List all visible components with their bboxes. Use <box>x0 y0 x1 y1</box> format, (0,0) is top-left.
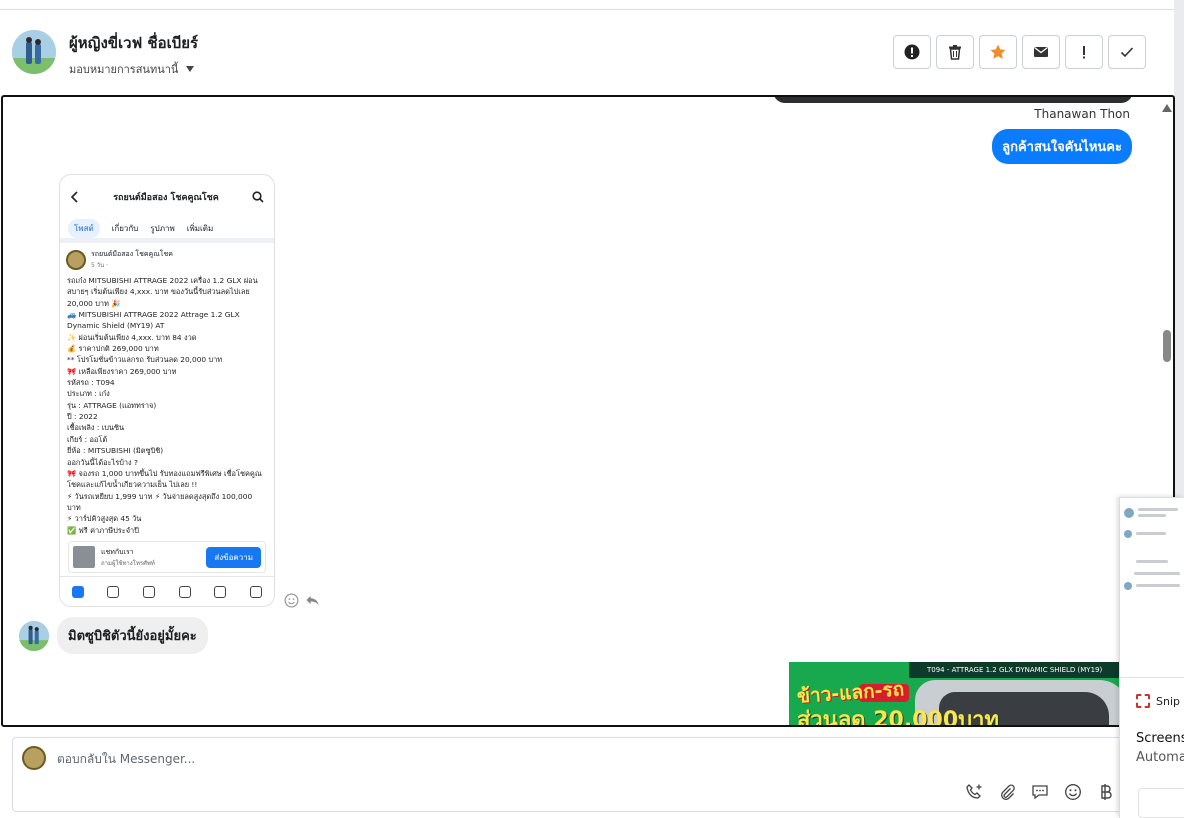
reply-input[interactable] <box>57 752 757 766</box>
envelope-icon <box>1034 46 1048 57</box>
promo-image[interactable]: T094 - ATTRAGE 1.2 GLX DYNAMIC SHIELD (M… <box>789 662 1129 727</box>
alert-button[interactable] <box>893 35 931 69</box>
marketplace-icon <box>178 585 191 598</box>
delete-button[interactable] <box>936 35 974 69</box>
send-message-button: ส่งข้อความ <box>206 546 261 568</box>
thumb-line <box>1138 514 1166 517</box>
assign-conversation-dropdown[interactable]: มอบหมายการสนทนานี้ <box>69 60 195 78</box>
post-page-title: รถยนต์มือสอง โชคคูณโชค <box>113 193 219 203</box>
conversation-thread[interactable]: Thanawan Thon ลูกค้าสนใจคันไหนคะ รถยนต์ม… <box>1 95 1175 727</box>
thumb-avatar <box>1124 530 1132 538</box>
video-icon <box>107 585 120 598</box>
message-actions <box>284 593 320 608</box>
thumb-avatar <box>1124 508 1134 518</box>
reply-composer <box>12 737 1128 812</box>
page-scrollbar-track[interactable] <box>1174 0 1184 500</box>
baht-icon[interactable] <box>1096 782 1115 801</box>
home-icon <box>71 585 84 598</box>
emoji-icon[interactable] <box>1063 782 1082 801</box>
incoming-message-bubble[interactable]: มิตซูบิชิตัวนี้ยังอยู่มั้ยคะ <box>57 617 208 654</box>
snipping-tool-icon <box>1136 694 1150 708</box>
customer-avatar[interactable] <box>12 30 56 74</box>
post-page-tabs: โพสต์ เกี่ยวกับ รูปภาพ เพิ่มเติม <box>60 219 274 243</box>
spam-button[interactable] <box>1065 35 1103 69</box>
sender-name: Thanawan Thon <box>1034 107 1130 121</box>
composer-toolbar <box>964 782 1115 801</box>
done-button[interactable] <box>1108 35 1146 69</box>
alert-circle-icon <box>904 44 920 60</box>
incoming-message-row: มิตซูบิชิตัวนี้ยังอยู่มั้ยคะ <box>19 617 208 654</box>
page-avatar <box>66 249 86 270</box>
scroll-up-arrow-icon[interactable] <box>1162 104 1172 112</box>
previous-message-bubble <box>773 97 1133 103</box>
bell-icon <box>214 585 227 598</box>
thumb-line <box>1134 572 1180 575</box>
conversation-header: ผู้หญิงขี่เวฟ ชื่อเบียร์ มอบหมายการสนทนา… <box>0 10 1174 95</box>
messenger-inbox-page: ผู้หญิงขี่เวฟ ชื่อเบียร์ มอบหมายการสนทนา… <box>0 0 1184 818</box>
promo-discount: ส่วนลด 20,000บาท <box>797 708 999 727</box>
promo-strip-text: T094 - ATTRAGE 1.2 GLX DYNAMIC SHIELD (M… <box>909 662 1129 678</box>
post-tab: โพสต์ <box>68 219 100 238</box>
customer-avatar-small <box>19 620 49 651</box>
scrollbar-thumb[interactable] <box>1163 330 1171 362</box>
paperclip-icon[interactable] <box>997 782 1016 801</box>
customer-name: ผู้หญิงขี่เวฟ ชื่อเบียร์ <box>69 34 199 52</box>
post-body-text: รถเก๋ง MITSUBISHI ATTRAGE 2022 เครื่อง 1… <box>67 276 262 535</box>
post-tab: เกี่ยวกับ <box>111 224 139 233</box>
snip-app-row: Snip <box>1136 694 1180 708</box>
snip-subtitle: Automa <box>1136 750 1184 765</box>
post-contact-bar: แชทกับเรา ถามผู้ใช้ทางโทรศัพท์ ส่งข้อควา… <box>68 541 266 573</box>
post-tab: รูปภาพ <box>150 224 175 233</box>
screenshot-thumbnail[interactable] <box>1120 498 1184 678</box>
post-author: รถยนต์มือสอง โชคคูณโชค <box>91 250 173 258</box>
header-toolbar <box>893 35 1146 69</box>
chat-icon[interactable] <box>1030 782 1049 801</box>
phone-plus-icon[interactable] <box>964 782 983 801</box>
snip-action-button[interactable] <box>1138 788 1184 818</box>
reply-arrow-icon[interactable] <box>305 593 320 608</box>
post-tab: เพิ่มเติม <box>186 224 214 233</box>
top-bar <box>0 0 1174 10</box>
contact-subtitle: ถามผู้ใช้ทางโทรศัพท์ <box>101 559 155 567</box>
post-bottom-nav <box>60 576 274 606</box>
mail-button[interactable] <box>1022 35 1060 69</box>
outgoing-message-bubble[interactable]: ลูกค้าสนใจคันไหนคะ <box>992 129 1132 164</box>
star-button[interactable] <box>979 35 1017 69</box>
thumb-line <box>1136 584 1180 587</box>
post-page-header: รถยนต์มือสอง โชคคูณโชค <box>60 175 274 219</box>
star-icon <box>990 44 1006 59</box>
exclamation-icon <box>1083 46 1085 59</box>
thumb-line <box>1138 508 1178 511</box>
snip-app-name: Snip <box>1156 694 1180 708</box>
contact-thumbnail <box>73 546 95 568</box>
snipping-tool-notification[interactable]: Snip Screens Automa <box>1119 497 1184 818</box>
page-avatar-composer <box>22 746 46 770</box>
menu-icon <box>250 585 263 598</box>
search-icon <box>252 191 264 203</box>
shared-post-screenshot[interactable]: รถยนต์มือสอง โชคคูณโชค โพสต์ เกี่ยวกับ ร… <box>59 174 275 607</box>
assign-label: มอบหมายการสนทนานี้ <box>69 63 179 76</box>
post-time: 5 วัน · <box>91 262 109 269</box>
caret-down-icon <box>186 66 195 72</box>
check-icon <box>1120 47 1134 58</box>
react-emoji-icon[interactable] <box>284 593 299 608</box>
trash-icon <box>949 45 961 60</box>
snip-title: Screens <box>1136 731 1184 746</box>
contact-title: แชทกับเรา <box>101 547 134 556</box>
back-arrow-icon <box>70 191 78 203</box>
thumb-avatar <box>1124 582 1132 590</box>
friends-icon <box>143 585 156 598</box>
post-author-row: รถยนต์มือสอง โชคคูณโชค 5 วัน · <box>60 243 274 270</box>
thumb-line <box>1136 560 1168 563</box>
thumb-line <box>1136 532 1166 535</box>
